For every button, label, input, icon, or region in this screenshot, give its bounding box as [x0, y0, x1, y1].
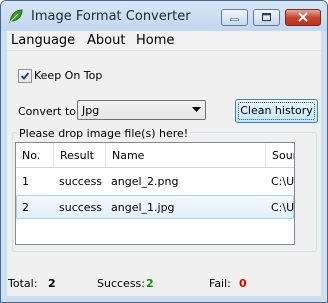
cell-name: angel_2.png	[111, 175, 179, 188]
column-header-source[interactable]: Sourc	[266, 143, 294, 167]
keep-on-top-label: Keep On Top	[34, 69, 103, 82]
table-row[interactable]: 1 success angel_2.png C:\Us	[16, 169, 294, 193]
maximize-button[interactable]	[253, 9, 280, 26]
cell-name: angel_1.jpg	[111, 201, 175, 214]
close-icon	[298, 12, 308, 22]
client-area: Language About Home Keep On Top Convert …	[7, 31, 321, 296]
menu-language[interactable]: Language	[11, 33, 75, 48]
column-header-no[interactable]: No.	[16, 143, 54, 167]
format-select[interactable]: Jpg	[77, 100, 206, 120]
title-bar[interactable]: Image Format Converter	[1, 1, 327, 31]
success-value: 2	[146, 277, 154, 290]
cell-result: success	[59, 201, 103, 214]
minimize-button[interactable]	[221, 9, 248, 26]
menu-home[interactable]: Home	[136, 33, 174, 48]
total-label: Total:	[8, 277, 38, 290]
maximize-icon	[262, 13, 271, 22]
minimize-icon	[230, 18, 239, 21]
menu-bar: Language About Home	[7, 31, 321, 51]
cell-no: 2	[22, 201, 29, 214]
file-list[interactable]: No. Result Name Sourc 1 success angel_2.…	[15, 142, 295, 245]
close-button[interactable]	[285, 9, 321, 26]
fail-value: 0	[239, 277, 247, 290]
menu-about[interactable]: About	[87, 33, 125, 48]
clean-history-button[interactable]: Clean history	[235, 99, 318, 123]
convert-to-label: Convert to:	[18, 105, 80, 118]
total-value: 2	[48, 277, 56, 290]
checkmark-icon	[20, 72, 30, 80]
table-row[interactable]: 2 success angel_1.jpg C:\Us	[16, 195, 294, 219]
column-header-name[interactable]: Name	[106, 143, 266, 167]
cell-no: 1	[22, 175, 29, 188]
chevron-down-icon	[192, 107, 201, 112]
cell-source: C:\Us	[271, 175, 295, 188]
window-title: Image Format Converter	[31, 9, 191, 24]
cell-result: success	[59, 175, 103, 188]
fail-label: Fail:	[209, 277, 231, 290]
column-header-result[interactable]: Result	[54, 143, 106, 167]
app-window: Image Format Converter Language About Ho…	[0, 0, 328, 303]
keep-on-top-checkbox[interactable]	[18, 69, 32, 83]
leaf-icon	[8, 8, 24, 24]
success-label: Success:	[97, 277, 145, 290]
drop-prompt: Please drop image file(s) here!	[17, 127, 191, 140]
cell-source: C:\Us	[271, 201, 295, 214]
list-header: No. Result Name Sourc	[16, 143, 294, 168]
format-select-value: Jpg	[82, 104, 100, 117]
